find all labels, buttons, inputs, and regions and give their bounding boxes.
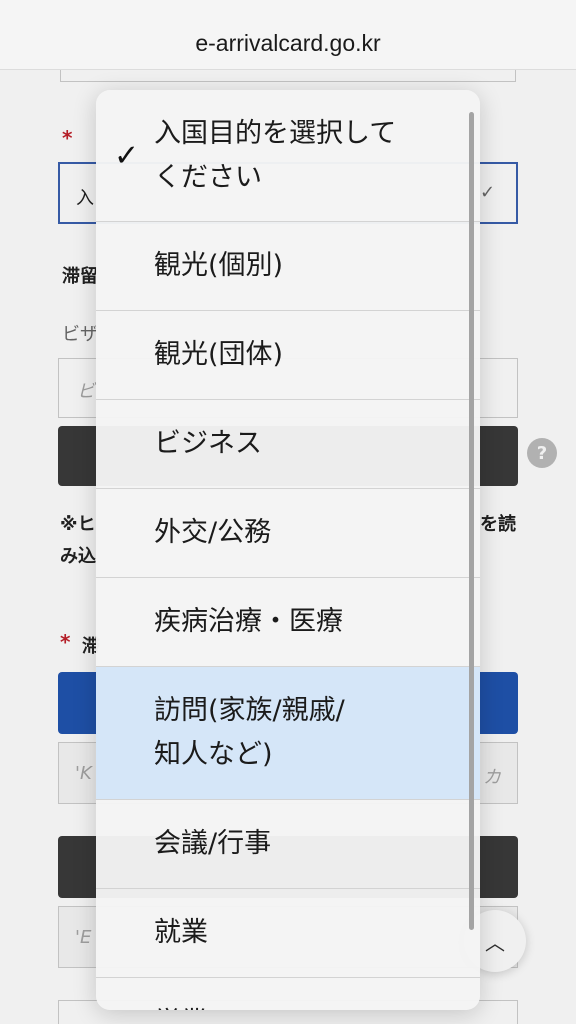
option-label-line2: 知人など)	[154, 739, 273, 770]
picker-option-placeholder[interactable]: ✓ 入国目的を選択して ください	[96, 90, 480, 222]
picker-option-tourism-individual[interactable]: 観光(個別)	[96, 222, 480, 311]
option-label: 外交/公務	[154, 517, 272, 548]
option-label: ビジネス	[154, 428, 262, 459]
picker-scrollbar[interactable]	[469, 112, 474, 930]
address-bar[interactable]: e-arrivalcard.go.kr	[0, 0, 576, 70]
option-label: 就業	[154, 917, 208, 948]
option-label-line2: ください	[154, 161, 262, 193]
picker-option-study[interactable]: 学業	[96, 978, 480, 1011]
option-label: 観光(個別)	[154, 250, 284, 281]
option-label: 訪問(家族/親戚/	[154, 695, 345, 726]
option-label: 観光(団体)	[154, 339, 284, 370]
option-label: 疾病治療・医療	[154, 606, 343, 637]
picker-option-tourism-group[interactable]: 観光(団体)	[96, 311, 480, 400]
picker-option-medical[interactable]: 疾病治療・医療	[96, 578, 480, 667]
picker-option-employment[interactable]: 就業	[96, 889, 480, 978]
option-label: 入国目的を選択して	[154, 117, 397, 149]
picker-option-diplomatic[interactable]: 外交/公務	[96, 489, 480, 578]
picker-option-conference[interactable]: 会議/行事	[96, 800, 480, 889]
picker-option-business[interactable]: ビジネス	[96, 400, 480, 489]
option-label: 会議/行事	[154, 828, 272, 859]
url-text: e-arrivalcard.go.kr	[195, 30, 381, 56]
picker-option-visit[interactable]: 訪問(家族/親戚/ 知人など)	[96, 667, 480, 800]
purpose-picker[interactable]: ✓ 入国目的を選択して ください 観光(個別) 観光(団体) ビジネス 外交/公…	[96, 90, 480, 1010]
checkmark-icon: ✓	[114, 138, 140, 173]
option-label: 学業	[154, 1001, 208, 1011]
